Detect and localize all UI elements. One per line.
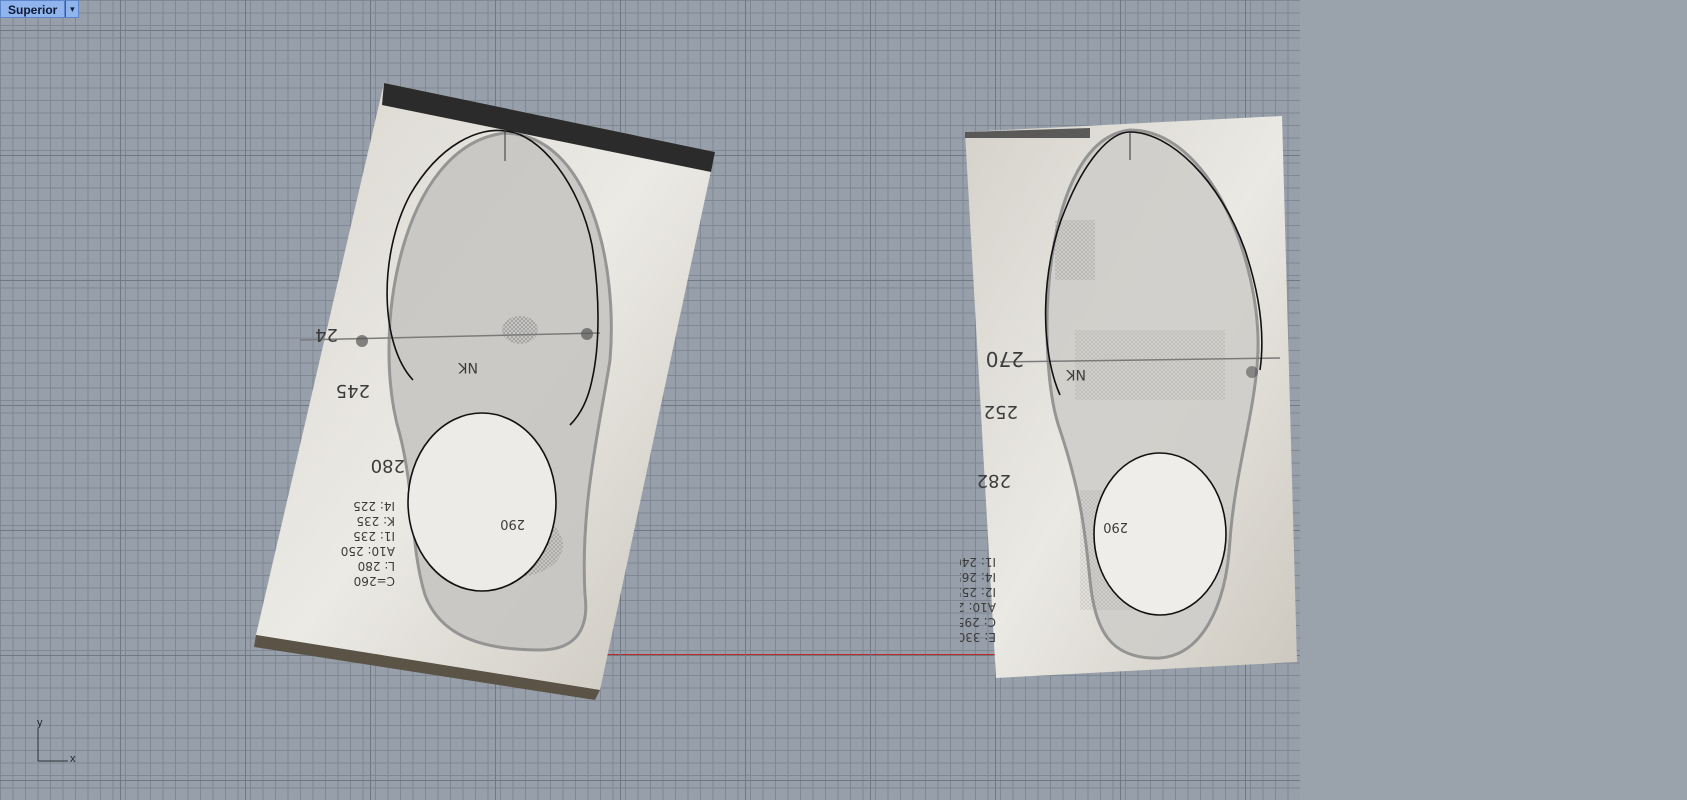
label-282: 282 bbox=[977, 470, 1011, 491]
mesh-patch-1 bbox=[1055, 220, 1095, 280]
label-270: 270 bbox=[986, 347, 1024, 371]
note-5: I4: 265 bbox=[960, 570, 996, 584]
note-1: C=260 bbox=[354, 574, 395, 588]
width-dot-left bbox=[356, 335, 368, 347]
label-280: 280 bbox=[371, 455, 405, 476]
gizmo-x-label: x bbox=[70, 753, 76, 765]
label-nk: NK bbox=[1066, 366, 1086, 382]
note-6: I4: 225 bbox=[353, 499, 395, 513]
right-foot-photo[interactable]: 270 252 282 290 NK E: 330 C: 295 A10: 28… bbox=[960, 110, 1300, 690]
gizmo-y-label: y bbox=[37, 717, 43, 729]
metatarsal-mark bbox=[502, 316, 538, 344]
mesh-patch-2 bbox=[1075, 330, 1225, 400]
note-6: I1: 240 bbox=[960, 555, 996, 569]
label-nk: NK bbox=[458, 359, 478, 375]
viewport-top[interactable]: Superior ▾ 24 245 280 290 NK C=260 L: 28… bbox=[0, 0, 1300, 800]
viewport-title-tab[interactable]: Superior ▾ bbox=[0, 0, 80, 18]
empty-panel bbox=[1300, 0, 1687, 800]
note-4: I2: 255 bbox=[960, 585, 996, 599]
axis-gizmo-lines bbox=[37, 729, 68, 762]
label-290: 290 bbox=[1103, 519, 1128, 534]
heel-circle bbox=[407, 412, 557, 592]
width-dot-right bbox=[1246, 366, 1258, 378]
label-290: 290 bbox=[500, 516, 525, 531]
label-24: 24 bbox=[315, 324, 338, 345]
viewport-title[interactable]: Superior bbox=[0, 0, 66, 18]
width-dot-right bbox=[581, 328, 593, 340]
label-252: 252 bbox=[984, 401, 1018, 422]
note-2: C: 295 bbox=[960, 615, 996, 629]
note-5: K: 235 bbox=[356, 514, 395, 528]
axis-gizmo: y x bbox=[34, 717, 84, 765]
note-1: E: 330 bbox=[960, 630, 996, 644]
triangle-down-icon[interactable]: ▾ bbox=[65, 0, 80, 18]
note-3: A10: 250 bbox=[341, 544, 395, 558]
label-245: 245 bbox=[336, 380, 370, 401]
note-4: I1: 235 bbox=[353, 529, 395, 543]
left-foot-photo[interactable]: 24 245 280 290 NK C=260 L: 280 A10: 250 … bbox=[250, 75, 730, 705]
note-2: L: 280 bbox=[358, 559, 395, 573]
note-3: A10: 280 bbox=[960, 600, 996, 614]
